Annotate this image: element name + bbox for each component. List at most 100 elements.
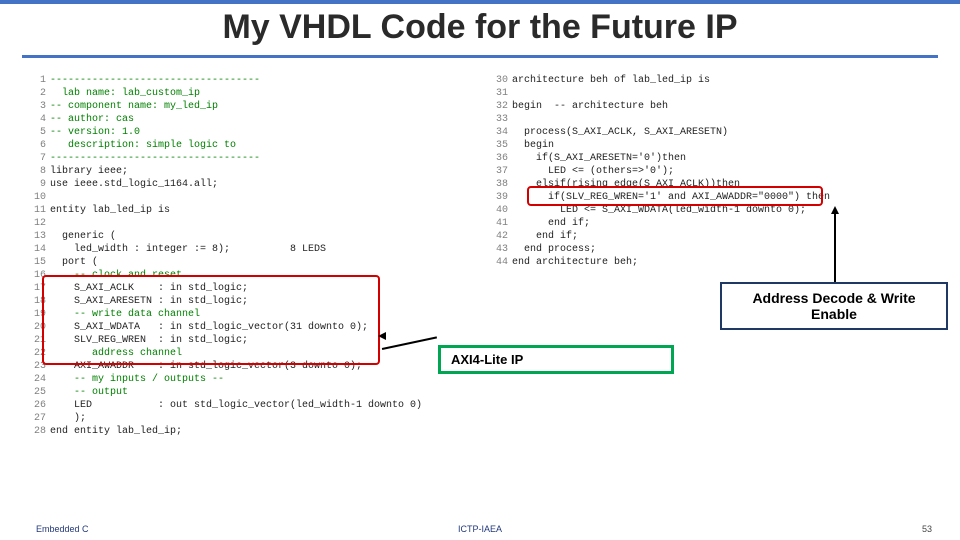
code-line: 13 generic ( (28, 230, 428, 243)
line-number: 5 (28, 126, 46, 139)
code-line: 33 (490, 113, 820, 126)
line-number: 36 (490, 152, 508, 165)
code-text: port ( (50, 257, 98, 268)
line-number: 24 (28, 373, 46, 386)
line-number: 42 (490, 230, 508, 243)
code-line: 6 description: simple logic to (28, 139, 428, 152)
line-number: 32 (490, 100, 508, 113)
arrow-axi-head (378, 332, 386, 340)
code-line: 14 led_width : integer := 8); 8 LEDS (28, 243, 428, 256)
code-text: begin -- architecture beh (512, 101, 668, 112)
callout-axi4-lite: AXI4-Lite IP (438, 345, 674, 374)
code-text: ); (50, 413, 86, 424)
code-line: 1 ----------------------------------- (28, 74, 428, 87)
line-number: 40 (490, 204, 508, 217)
line-number: 15 (28, 256, 46, 269)
top-accent-bar (0, 0, 960, 4)
code-line: 25 -- output (28, 386, 428, 399)
code-text: LED <= (others=>'0'); (512, 166, 674, 177)
code-text: end process; (512, 244, 596, 255)
code-line: 5 -- version: 1.0 (28, 126, 428, 139)
code-text: lab name: lab_custom_ip (50, 88, 200, 99)
arrow-addr-head (831, 206, 839, 214)
line-number: 37 (490, 165, 508, 178)
code-text: ----------------------------------- (50, 153, 260, 164)
title-underline (22, 55, 938, 58)
line-number: 27 (28, 412, 46, 425)
code-line: 15 port ( (28, 256, 428, 269)
line-number: 10 (28, 191, 46, 204)
code-line: 36 if(S_AXI_ARESETN='0')then (490, 152, 820, 165)
slide-title: My VHDL Code for the Future IP (0, 0, 960, 51)
line-number: 44 (490, 256, 508, 269)
footer-left: Embedded C (36, 524, 89, 534)
code-line: 35 begin (490, 139, 820, 152)
code-text: process(S_AXI_ACLK, S_AXI_ARESETN) (512, 127, 728, 138)
line-number: 12 (28, 217, 46, 230)
code-text: if(S_AXI_ARESETN='0')then (512, 153, 686, 164)
line-number: 2 (28, 87, 46, 100)
code-right-column: 30 architecture beh of lab_led_ip is3132 b… (490, 74, 820, 269)
code-text: end entity lab_led_ip; (50, 426, 182, 437)
line-number: 26 (28, 399, 46, 412)
code-line: 37 LED <= (others=>'0'); (490, 165, 820, 178)
line-number: 4 (28, 113, 46, 126)
code-line: 11entity lab_led_ip is (28, 204, 428, 217)
highlight-axi-signals (42, 275, 380, 365)
code-line: 24 -- my inputs / outputs -- (28, 373, 428, 386)
line-number: 35 (490, 139, 508, 152)
code-line: 31 (490, 87, 820, 100)
code-text: -- my inputs / outputs -- (50, 374, 224, 385)
line-number: 9 (28, 178, 46, 191)
code-text: begin (512, 140, 554, 151)
code-text: description: simple logic to (50, 140, 236, 151)
line-number: 8 (28, 165, 46, 178)
code-line: 43 end process; (490, 243, 820, 256)
code-line: 9 use ieee.std_logic_1164.all; (28, 178, 428, 191)
line-number: 11 (28, 204, 46, 217)
code-line: 27 ); (28, 412, 428, 425)
line-number: 6 (28, 139, 46, 152)
highlight-write-enable-line (527, 186, 823, 206)
line-number: 14 (28, 243, 46, 256)
code-text: LED <= S_AXI_WDATA(led_width-1 downto 0)… (512, 205, 806, 216)
code-text: -- author: cas (50, 114, 134, 125)
code-text: led_width : integer := 8); 8 LEDS (50, 244, 326, 255)
code-line: 44 end architecture beh; (490, 256, 820, 269)
line-number: 33 (490, 113, 508, 126)
line-number: 30 (490, 74, 508, 87)
code-text: LED : out std_logic_vector(led_width-1 d… (50, 400, 422, 411)
code-line: 28 end entity lab_led_ip; (28, 425, 428, 438)
code-text: -- version: 1.0 (50, 127, 140, 138)
line-number: 13 (28, 230, 46, 243)
code-line: 41 end if; (490, 217, 820, 230)
arrow-addr-to-code (834, 208, 836, 282)
code-text: architecture beh of lab_led_ip is (512, 75, 710, 86)
code-line: 30 architecture beh of lab_led_ip is (490, 74, 820, 87)
code-line: 2 lab name: lab_custom_ip (28, 87, 428, 100)
code-text: use ieee.std_logic_1164.all; (50, 179, 218, 190)
code-line: 42 end if; (490, 230, 820, 243)
line-number: 34 (490, 126, 508, 139)
code-text: end if; (512, 218, 590, 229)
code-text: end if; (512, 231, 578, 242)
line-number: 39 (490, 191, 508, 204)
footer-center: ICTP-IAEA (458, 524, 502, 534)
line-number: 38 (490, 178, 508, 191)
line-number: 28 (28, 425, 46, 438)
code-text: -- component name: my_led_ip (50, 101, 218, 112)
callout-address-decode: Address Decode & Write Enable (720, 282, 948, 330)
code-line: 4 -- author: cas (28, 113, 428, 126)
code-line: 26 LED : out std_logic_vector(led_width-… (28, 399, 428, 412)
code-line: 32 begin -- architecture beh (490, 100, 820, 113)
line-number: 43 (490, 243, 508, 256)
code-text: ----------------------------------- (50, 75, 260, 86)
code-line: 10 (28, 191, 428, 204)
code-line: 7----------------------------------- (28, 152, 428, 165)
code-text: generic ( (50, 231, 116, 242)
code-text: end architecture beh; (512, 257, 638, 268)
line-number: 3 (28, 100, 46, 113)
code-left-column: 1-----------------------------------2 la… (28, 74, 428, 438)
line-number: 1 (28, 74, 46, 87)
line-number: 41 (490, 217, 508, 230)
